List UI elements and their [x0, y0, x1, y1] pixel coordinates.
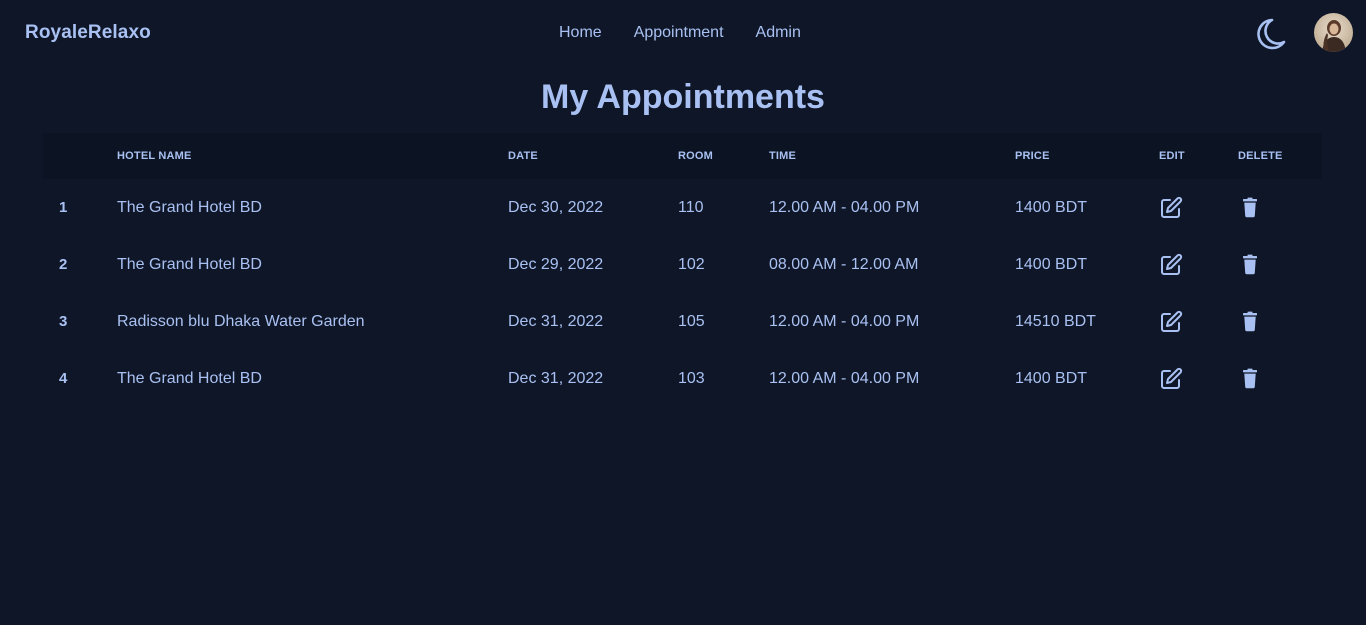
header-edit: Edit: [1159, 150, 1185, 162]
moon-icon[interactable]: [1250, 14, 1290, 54]
row-index: 3: [59, 313, 68, 330]
row-delete-cell: [1238, 350, 1322, 407]
appointments-table-container: Hotel Name Date Room Time Price Edit Del…: [43, 133, 1322, 407]
nav-link-appointment[interactable]: Appointment: [634, 24, 724, 42]
row-price: 1400 BDT: [1015, 369, 1088, 387]
row-edit-cell: [1159, 293, 1238, 350]
brand-logo[interactable]: RoyaleRelaxo: [25, 22, 151, 44]
row-date: Dec 29, 2022: [508, 255, 604, 273]
row-delete-cell: [1238, 236, 1322, 293]
row-room: 110: [678, 198, 704, 216]
nav-link-admin[interactable]: Admin: [756, 24, 801, 42]
page-title: My Appointments: [541, 78, 825, 116]
row-date: Dec 30, 2022: [508, 198, 604, 216]
navbar: RoyaleRelaxo Home Appointment Admin: [0, 0, 1366, 66]
row-time: 12.00 AM - 04.00 PM: [769, 312, 920, 330]
edit-icon[interactable]: [1159, 310, 1183, 334]
row-room: 103: [678, 369, 705, 387]
header-time: Time: [769, 150, 797, 162]
row-hotel-name: The Grand Hotel BD: [117, 198, 262, 216]
nav-links: Home Appointment Admin: [559, 24, 801, 42]
header-delete: Delete: [1238, 150, 1283, 162]
row-date: Dec 31, 2022: [508, 369, 604, 387]
header-room: Room: [678, 150, 714, 162]
row-hotel-name: The Grand Hotel BD: [117, 255, 262, 273]
row-hotel-name: The Grand Hotel BD: [117, 369, 262, 387]
edit-icon[interactable]: [1159, 253, 1183, 277]
edit-icon[interactable]: [1159, 196, 1183, 220]
row-time: 12.00 AM - 04.00 PM: [769, 198, 920, 216]
table-row: 4 The Grand Hotel BD Dec 31, 2022 103 12…: [43, 350, 1322, 407]
row-edit-cell: [1159, 179, 1238, 236]
row-room: 105: [678, 312, 705, 330]
table-row: 2 The Grand Hotel BD Dec 29, 2022 102 08…: [43, 236, 1322, 293]
row-index: 1: [59, 199, 68, 216]
edit-icon[interactable]: [1159, 367, 1183, 391]
header-hotel-name: Hotel Name: [117, 150, 192, 162]
table-header-row: Hotel Name Date Room Time Price Edit Del…: [43, 133, 1322, 179]
header-date: Date: [508, 150, 538, 162]
table-row: 1 The Grand Hotel BD Dec 30, 2022 110 12…: [43, 179, 1322, 236]
row-index: 2: [59, 256, 68, 273]
header-price: Price: [1015, 150, 1050, 162]
trash-icon[interactable]: [1238, 196, 1262, 220]
row-time: 12.00 AM - 04.00 PM: [769, 369, 920, 387]
table-row: 3 Radisson blu Dhaka Water Garden Dec 31…: [43, 293, 1322, 350]
row-edit-cell: [1159, 236, 1238, 293]
row-price: 1400 BDT: [1015, 255, 1088, 273]
row-room: 102: [678, 255, 705, 273]
user-avatar[interactable]: [1314, 13, 1353, 52]
nav-link-home[interactable]: Home: [559, 24, 602, 42]
row-time: 08.00 AM - 12.00 AM: [769, 255, 919, 273]
row-hotel-name: Radisson blu Dhaka Water Garden: [117, 312, 365, 330]
appointments-table: Hotel Name Date Room Time Price Edit Del…: [43, 133, 1322, 407]
row-delete-cell: [1238, 179, 1322, 236]
row-edit-cell: [1159, 350, 1238, 407]
row-delete-cell: [1238, 293, 1322, 350]
trash-icon[interactable]: [1238, 310, 1262, 334]
row-date: Dec 31, 2022: [508, 312, 604, 330]
trash-icon[interactable]: [1238, 253, 1262, 277]
row-price: 14510 BDT: [1015, 312, 1096, 330]
header-index: [43, 133, 117, 179]
row-index: 4: [59, 370, 68, 387]
row-price: 1400 BDT: [1015, 198, 1088, 216]
trash-icon[interactable]: [1238, 367, 1262, 391]
